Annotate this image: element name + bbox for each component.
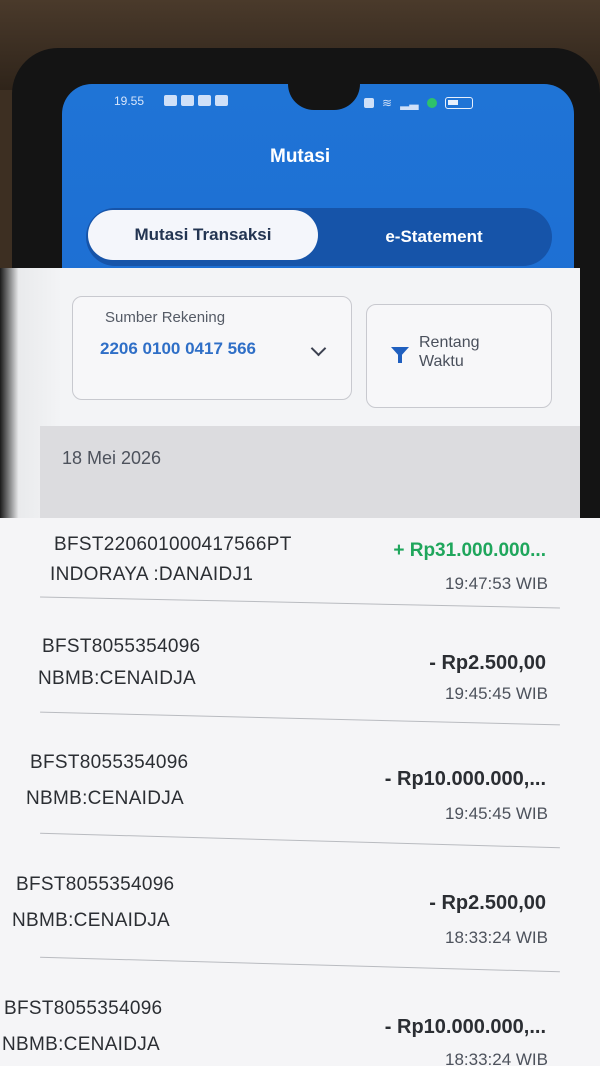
transaction-amount: - Rp2.500,00 [429, 652, 546, 674]
notification-icons [164, 95, 228, 106]
transaction-time: 18:33:24 WIB [444, 928, 548, 947]
transaction-reference: BFST8055354096 [4, 998, 163, 1019]
transaction-row[interactable]: BFST8055354096 NBMB:CENAIDJA - Rp10.000.… [0, 994, 600, 1066]
transaction-time: 19:45:45 WIB [444, 684, 548, 703]
transaction-reference: BFST8055354096 [42, 636, 201, 657]
transaction-time: 19:45:45 WIB [444, 804, 548, 823]
transaction-list: BFST220601000417566PT INDORAYA :DANAIDJ1… [0, 518, 600, 1066]
transaction-time: 19:47:53 WIB [444, 574, 548, 593]
transaction-reference: BFST8055354096 [16, 874, 175, 895]
transaction-time: 18:33:24 WIB [444, 1050, 548, 1066]
notification-icon [164, 95, 177, 106]
notification-icon [198, 95, 211, 106]
notification-icon [215, 95, 228, 106]
account-selector[interactable]: Sumber Rekening 2206 0100 0417 566 [72, 296, 352, 400]
date-range-filter-button[interactable]: Rentang Waktu [366, 304, 552, 408]
transaction-amount: - Rp10.000.000,... [384, 1016, 546, 1038]
date-group-header: 18 Mei 2026 [40, 426, 580, 518]
transaction-description: INDORAYA :DANAIDJ1 [50, 564, 254, 585]
transaction-reference: BFST8055354096 [30, 752, 189, 773]
signal-icon: ▂▃ [400, 96, 419, 110]
status-right: ≋ ▂▃ [364, 96, 473, 110]
notification-icon [181, 95, 194, 106]
transaction-description: NBMB:CENAIDJA [38, 668, 197, 689]
vibrate-icon [364, 98, 374, 108]
transaction-row[interactable]: BFST8055354096 NBMB:CENAIDJA - Rp10.000.… [0, 744, 600, 862]
green-status-icon [426, 98, 437, 108]
transaction-description: NBMB:CENAIDJA [2, 1034, 161, 1055]
transaction-row[interactable]: BFST220601000417566PT INDORAYA :DANAIDJ1… [0, 518, 600, 636]
date-group-label: 18 Mei 2026 [62, 448, 162, 468]
page-title: Mutasi [270, 146, 331, 167]
filter-row: Sumber Rekening 2206 0100 0417 566 Renta… [72, 296, 552, 408]
transaction-description: NBMB:CENAIDJA [26, 788, 185, 809]
battery-icon [444, 97, 473, 109]
transaction-amount: + Rp31.000.000... [393, 540, 546, 561]
chevron-down-icon [310, 340, 327, 357]
tab-bar: Mutasi Transaksi e-Statement [86, 208, 552, 266]
date-range-label: Rentang Waktu [419, 334, 480, 370]
account-number: 2206 0100 0417 566 [100, 339, 256, 358]
transaction-amount: - Rp2.500,00 [429, 892, 546, 914]
status-time: 19.55 [114, 94, 145, 108]
transaction-description: NBMB:CENAIDJA [12, 910, 171, 931]
transaction-amount: - Rp10.000.000,... [384, 768, 546, 790]
filter-icon [391, 347, 409, 363]
transaction-row[interactable]: BFST8055354096 NBMB:CENAIDJA - Rp2.500,0… [0, 628, 600, 746]
tab-mutasi-transaksi[interactable]: Mutasi Transaksi [88, 210, 318, 260]
tab-e-statement[interactable]: e-Statement [334, 208, 534, 266]
wifi-icon: ≋ [382, 96, 393, 110]
account-label: Sumber Rekening [105, 309, 226, 326]
transaction-reference: BFST220601000417566PT [54, 534, 292, 555]
